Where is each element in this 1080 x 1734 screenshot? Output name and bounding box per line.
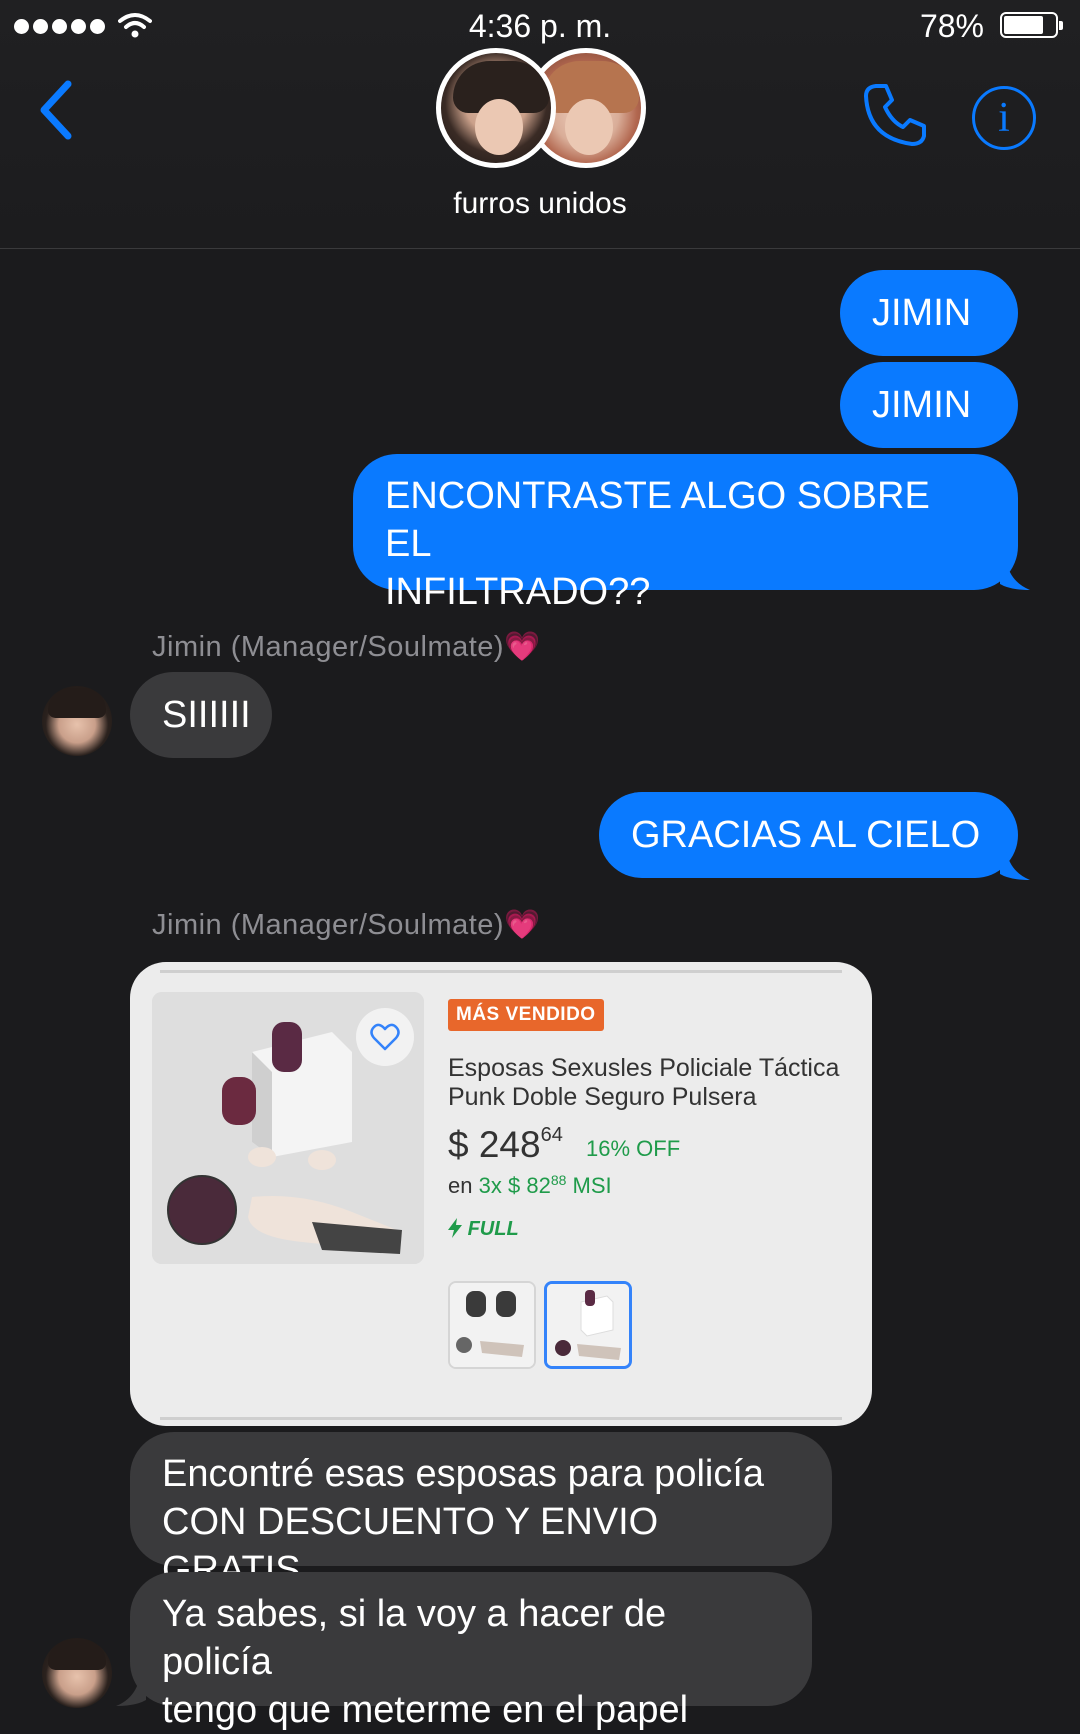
sender-avatar[interactable] xyxy=(42,1638,112,1708)
status-bar: 4:36 p. m. 78% xyxy=(0,0,1080,52)
price-currency: $ xyxy=(448,1124,469,1165)
message-text-line: INFILTRADO?? xyxy=(385,571,651,613)
status-time: 4:36 p. m. xyxy=(468,8,612,44)
incoming-message[interactable]: Ya sabes, si la voy a hacer de policía t… xyxy=(130,1572,812,1731)
battery-icon xyxy=(1000,12,1063,38)
favorite-button[interactable] xyxy=(356,1008,414,1066)
installment-cents: 88 xyxy=(550,1172,567,1188)
message-text: GRACIAS AL CIELO xyxy=(631,814,981,856)
product-image[interactable] xyxy=(152,992,424,1264)
product-price: $ 24864 xyxy=(448,1124,563,1166)
message-text-line: Ya sabes, si la voy a hacer de policía xyxy=(162,1593,667,1683)
card-divider xyxy=(160,970,842,973)
price-cents: 64 xyxy=(540,1124,563,1146)
message-text-line: ENCONTRASTE ALGO SOBRE EL xyxy=(385,475,930,565)
sender-name: Jimin (Manager/Soulmate)💗 xyxy=(152,631,541,663)
full-label: FULL xyxy=(467,1218,519,1240)
member-avatar xyxy=(436,48,556,168)
price-integer: 248 xyxy=(478,1124,541,1165)
installments-count: 3x xyxy=(478,1173,502,1198)
thumbnail-image xyxy=(450,1283,534,1367)
installment-amount: $ 82 xyxy=(507,1173,551,1198)
back-button[interactable] xyxy=(36,80,76,140)
sender-avatar[interactable] xyxy=(42,686,112,756)
message-text-line: tengo que meterme en el papel xyxy=(162,1689,689,1731)
product-thumbnail-selected[interactable] xyxy=(544,1281,632,1369)
message-text: SIIIIII xyxy=(162,694,251,736)
bubble-tail xyxy=(1000,560,1030,590)
group-avatars[interactable] xyxy=(436,48,646,168)
outgoing-message[interactable]: JIMIN xyxy=(840,270,1018,356)
installments-prefix: en xyxy=(448,1173,473,1198)
thumbnail-image xyxy=(547,1284,629,1366)
outgoing-message[interactable]: JIMIN xyxy=(840,362,1018,448)
bubble-tail xyxy=(1000,850,1030,880)
bubble-tail xyxy=(116,1676,146,1706)
product-card-message[interactable]: MÁS VENDIDO Esposas Sexusles Policiale T… xyxy=(130,962,872,1426)
message-text: JIMIN xyxy=(872,384,972,426)
incoming-message[interactable]: Encontré esas esposas para policía CON D… xyxy=(130,1432,832,1591)
message-text: JIMIN xyxy=(872,292,972,334)
outgoing-message[interactable]: GRACIAS AL CIELO xyxy=(599,792,1018,878)
battery-percentage: 78% xyxy=(919,8,984,44)
product-thumbnail[interactable] xyxy=(448,1281,536,1369)
product-title[interactable]: Esposas Sexusles Policiale Táctica Punk … xyxy=(448,1054,858,1112)
outgoing-message[interactable]: ENCONTRASTE ALGO SOBRE EL INFILTRADO?? xyxy=(353,454,1018,613)
full-shipping-badge: FULL xyxy=(448,1218,519,1241)
info-button[interactable]: i xyxy=(972,86,1036,150)
phone-icon[interactable] xyxy=(862,82,928,148)
installments-suffix: MSI xyxy=(572,1173,612,1198)
group-name[interactable]: furros unidos xyxy=(0,187,1080,221)
card-divider xyxy=(160,1417,842,1420)
heart-outline-icon xyxy=(370,1023,400,1051)
lightning-icon xyxy=(448,1218,462,1238)
incoming-message[interactable]: SIIIIII xyxy=(130,672,272,758)
conversation-header: 4:36 p. m. 78% furros unidos i xyxy=(0,0,1080,249)
discount-label: 16% OFF xyxy=(586,1136,681,1161)
message-text-line: Encontré esas esposas para policía xyxy=(162,1453,765,1495)
best-seller-badge: MÁS VENDIDO xyxy=(448,999,604,1031)
sender-name: Jimin (Manager/Soulmate)💗 xyxy=(152,909,541,941)
installments-info: en 3x $ 8288 MSI xyxy=(448,1172,612,1199)
